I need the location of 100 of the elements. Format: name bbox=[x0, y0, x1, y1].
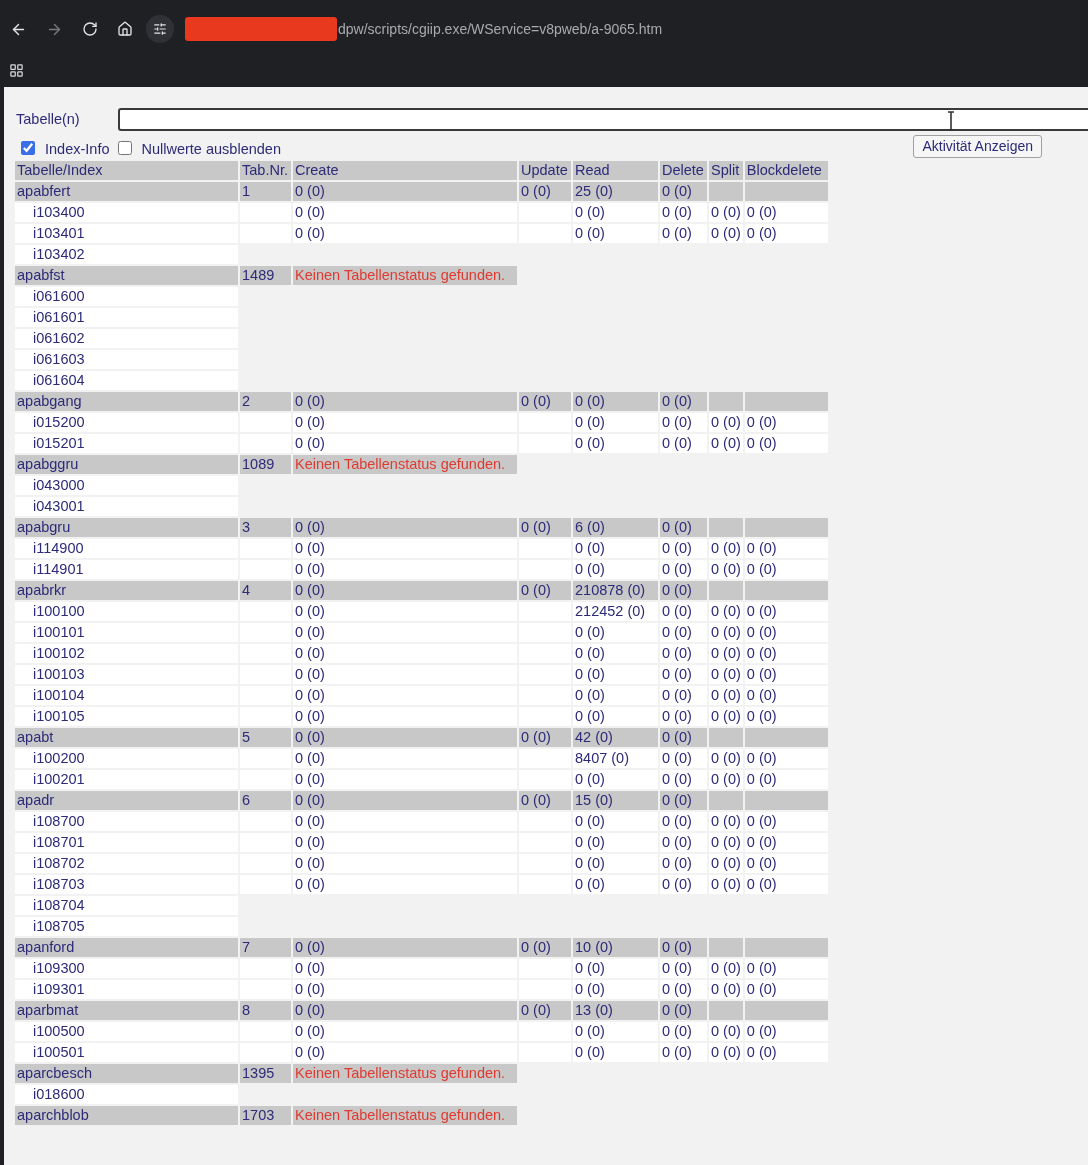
table-cell: 0 (0) bbox=[293, 412, 517, 432]
column-header: Blockdelete bbox=[744, 160, 828, 180]
table-cell: 0 (0) bbox=[573, 958, 658, 978]
table-cell: 0 (0) bbox=[660, 979, 707, 999]
table-cell: 1489 bbox=[240, 265, 291, 285]
table-cell: 0 (0) bbox=[573, 706, 658, 726]
table-cell: 0 (0) bbox=[573, 832, 658, 852]
table-cell: 0 (0) bbox=[744, 433, 828, 453]
table-cell bbox=[240, 202, 291, 222]
table-cell: i108702 bbox=[15, 853, 238, 873]
table-cell: 0 (0) bbox=[660, 643, 707, 663]
table-cell: apanford bbox=[15, 937, 238, 957]
table-cell: 0 (0) bbox=[709, 853, 743, 873]
table-name-field[interactable] bbox=[118, 108, 1088, 131]
table-cell: 0 (0) bbox=[744, 538, 828, 558]
table-cell: 0 (0) bbox=[293, 790, 517, 810]
table-cell bbox=[240, 538, 291, 558]
table-cell: 0 (0) bbox=[744, 601, 828, 621]
table-cell: 0 (0) bbox=[709, 706, 743, 726]
table-cell: i109300 bbox=[15, 958, 238, 978]
table-cell: 0 (0) bbox=[660, 391, 707, 411]
table-cell: 0 (0) bbox=[709, 433, 743, 453]
table-cell: 0 (0) bbox=[709, 538, 743, 558]
table-cell: 0 (0) bbox=[744, 1021, 828, 1041]
column-header: Tab.Nr. bbox=[240, 160, 291, 180]
table-cell: 0 (0) bbox=[573, 643, 658, 663]
table-cell: i108703 bbox=[15, 874, 238, 894]
table-cell: 0 (0) bbox=[709, 1042, 743, 1062]
site-info-button[interactable] bbox=[146, 15, 174, 43]
table-cell: 0 (0) bbox=[573, 202, 658, 222]
text-cursor-icon bbox=[946, 111, 956, 131]
table-cell: 0 (0) bbox=[709, 412, 743, 432]
sliders-icon bbox=[153, 22, 167, 36]
table-cell: 0 (0) bbox=[293, 748, 517, 768]
table-cell bbox=[709, 937, 743, 957]
apps-icon[interactable] bbox=[9, 63, 24, 78]
table-cell: 0 (0) bbox=[293, 706, 517, 726]
table-cell: 0 (0) bbox=[519, 181, 571, 201]
table-cell: i061600 bbox=[15, 286, 238, 306]
table-cell: 0 (0) bbox=[709, 622, 743, 642]
table-cell bbox=[709, 181, 743, 201]
table-cell: 0 (0) bbox=[293, 433, 517, 453]
table-cell: 0 (0) bbox=[744, 769, 828, 789]
table-cell: 0 (0) bbox=[293, 811, 517, 831]
column-header: Split bbox=[709, 160, 743, 180]
table-cell: 0 (0) bbox=[744, 685, 828, 705]
table-cell: 0 (0) bbox=[519, 937, 571, 957]
table-cell: 0 (0) bbox=[709, 811, 743, 831]
table-cell: i100103 bbox=[15, 664, 238, 684]
table-cell: 0 (0) bbox=[744, 811, 828, 831]
table-cell: 0 (0) bbox=[660, 223, 707, 243]
table-cell bbox=[709, 517, 743, 537]
checkbox[interactable] bbox=[21, 141, 35, 156]
table-cell: 210878 (0) bbox=[573, 580, 658, 600]
table-cell: 0 (0) bbox=[660, 601, 707, 621]
checkbox[interactable] bbox=[117, 141, 132, 156]
table-cell: i100105 bbox=[15, 706, 238, 726]
table-cell: 0 (0) bbox=[709, 874, 743, 894]
table-cell: 0 (0) bbox=[660, 937, 707, 957]
table-cell: 0 (0) bbox=[660, 664, 707, 684]
table-cell: 0 (0) bbox=[660, 706, 707, 726]
table-cell: 0 (0) bbox=[519, 517, 571, 537]
table-cell: 0 (0) bbox=[660, 853, 707, 873]
table-cell: i108700 bbox=[15, 811, 238, 831]
table-cell: 0 (0) bbox=[573, 979, 658, 999]
table-cell: i103401 bbox=[15, 223, 238, 243]
table-cell: i061602 bbox=[15, 328, 238, 348]
table-cell: 0 (0) bbox=[293, 1042, 517, 1062]
table-cell: 7 bbox=[240, 937, 291, 957]
table-cell: 0 (0) bbox=[709, 223, 743, 243]
table-cell bbox=[240, 412, 291, 432]
table-cell: i114900 bbox=[15, 538, 238, 558]
table-cell: 0 (0) bbox=[573, 769, 658, 789]
table-cell: 0 (0) bbox=[573, 433, 658, 453]
checkbox-label: Index-Info bbox=[45, 140, 110, 159]
field-label: Tabelle(n) bbox=[16, 109, 81, 129]
table-cell: 0 (0) bbox=[293, 181, 517, 201]
table-cell: 3 bbox=[240, 517, 291, 537]
table-cell: 0 (0) bbox=[293, 832, 517, 852]
table-cell: 0 (0) bbox=[293, 517, 517, 537]
table-cell: apadr bbox=[15, 790, 238, 810]
table-cell: 0 (0) bbox=[519, 727, 571, 747]
table-cell: i100501 bbox=[15, 1042, 238, 1062]
table-cell: 0 (0) bbox=[744, 748, 828, 768]
table-cell: i100102 bbox=[15, 643, 238, 663]
table-cell: 0 (0) bbox=[293, 1021, 517, 1041]
table-cell: 0 (0) bbox=[573, 559, 658, 579]
table-cell: 0 (0) bbox=[293, 391, 517, 411]
table-cell: 0 (0) bbox=[293, 1000, 517, 1020]
show-activity-button[interactable]: Aktivität Anzeigen bbox=[913, 134, 1042, 158]
home-icon[interactable] bbox=[117, 21, 133, 37]
table-cell: Keinen Tabellenstatus gefunden. bbox=[293, 454, 517, 474]
table-cell: i100500 bbox=[15, 1021, 238, 1041]
table-cell bbox=[519, 1021, 571, 1041]
column-header: Delete bbox=[660, 160, 707, 180]
table-cell: 0 (0) bbox=[293, 853, 517, 873]
table-cell: 0 (0) bbox=[573, 811, 658, 831]
reload-icon[interactable] bbox=[82, 21, 98, 37]
table-cell bbox=[519, 958, 571, 978]
table-cell: 0 (0) bbox=[744, 706, 828, 726]
